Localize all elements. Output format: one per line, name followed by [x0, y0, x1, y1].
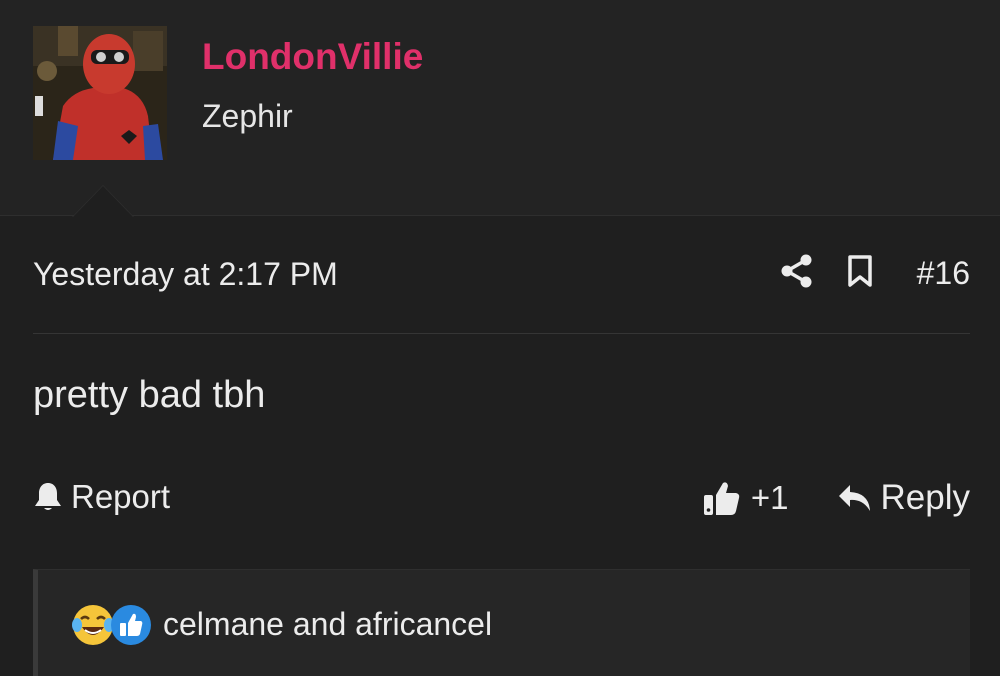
post-body-text: pretty bad tbh [33, 374, 266, 416]
reactors-list-link[interactable]: celmane and africancel [163, 606, 492, 643]
report-label: Report [71, 478, 171, 515]
footer-right-actions: +1 Reply [703, 478, 970, 518]
bell-icon [35, 483, 61, 510]
like-count: +1 [750, 479, 789, 516]
post-footer-actions: Report +1 Reply [33, 474, 970, 522]
reply-button[interactable]: Reply [837, 478, 970, 518]
divider [33, 333, 970, 334]
thumbs-up-reaction-icon[interactable] [109, 603, 153, 652]
avatar[interactable] [33, 26, 167, 160]
reply-label: Reply [880, 478, 970, 517]
report-button[interactable]: Report [33, 478, 170, 516]
username-link[interactable]: LondonVillie [202, 36, 423, 78]
header-pointer [73, 186, 133, 217]
post-number-link[interactable]: #16 [917, 255, 970, 292]
like-button[interactable]: +1 [703, 479, 789, 517]
reaction-icons [71, 603, 155, 647]
reactions-bar: celmane and africancel [33, 569, 970, 676]
bookmark-icon[interactable] [847, 254, 873, 293]
post-meta-bar: Yesterday at 2:17 PM #16 [33, 250, 970, 300]
post-meta-actions: #16 [781, 254, 970, 293]
user-title: Zephir [202, 98, 293, 134]
share-icon[interactable] [781, 254, 813, 293]
reply-arrow-icon [838, 485, 870, 511]
thumbs-up-icon [703, 482, 740, 515]
post-timestamp[interactable]: Yesterday at 2:17 PM [33, 256, 338, 293]
post-user-header: LondonVillie Zephir [0, 0, 1000, 216]
